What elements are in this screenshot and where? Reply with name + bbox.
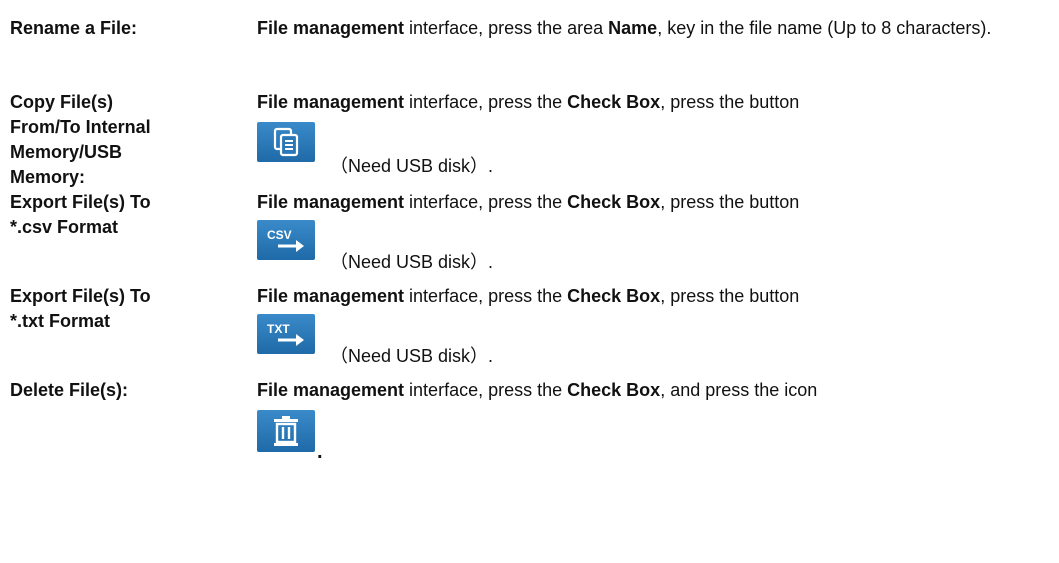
- term-copy: Copy File(s) From/To Internal Memory/USB…: [10, 92, 151, 187]
- desc-text: , and press the icon: [660, 380, 818, 400]
- csv-icon-label: CSV: [267, 228, 292, 242]
- desc-strong: Check Box: [567, 92, 661, 112]
- usb-note: （Need USB disk）.: [330, 346, 494, 366]
- desc-text: interface, press the: [404, 92, 568, 112]
- desc-text: , key in the file name (Up to 8 characte…: [657, 18, 992, 38]
- export-txt-icon: TXT: [267, 322, 304, 346]
- txt-icon-label: TXT: [267, 322, 290, 336]
- desc-text: , press the button: [660, 192, 800, 212]
- desc-strong: Check Box: [567, 380, 661, 400]
- desc-strong: File management: [257, 286, 405, 306]
- delete-button[interactable]: [257, 410, 315, 452]
- export-csv-button[interactable]: CSV: [257, 220, 315, 260]
- desc-delete: File management interface, press the Che…: [257, 378, 1057, 403]
- term-export-csv: Export File(s) To *.csv Format: [10, 192, 151, 237]
- trash-icon: [274, 416, 298, 446]
- desc-text: interface, press the area: [404, 18, 609, 38]
- desc-strong: File management: [257, 192, 405, 212]
- trailing-period: .: [317, 441, 323, 463]
- term-rename: Rename a File:: [10, 18, 138, 38]
- desc-text: interface, press the: [404, 192, 568, 212]
- desc-strong: File management: [257, 92, 405, 112]
- copy-file-icon: [273, 127, 299, 157]
- desc-export-txt: File management interface, press the Che…: [257, 284, 1057, 309]
- desc-text: , press the button: [660, 92, 800, 112]
- usb-note: （Need USB disk）.: [330, 156, 494, 176]
- term-delete: Delete File(s):: [10, 380, 129, 400]
- desc-strong: File management: [257, 18, 405, 38]
- desc-strong: Name: [608, 18, 658, 38]
- desc-strong: Check Box: [567, 286, 661, 306]
- copy-file-button[interactable]: [257, 122, 315, 162]
- desc-rename: File management interface, press the are…: [257, 16, 1057, 41]
- desc-strong: Check Box: [567, 192, 661, 212]
- term-export-txt: Export File(s) To *.txt Format: [10, 286, 151, 331]
- desc-text: interface, press the: [404, 380, 568, 400]
- export-csv-icon: CSV: [267, 228, 304, 252]
- desc-text: interface, press the: [404, 286, 568, 306]
- desc-export-csv: File management interface, press the Che…: [257, 190, 1057, 215]
- desc-strong: File management: [257, 380, 405, 400]
- export-txt-button[interactable]: TXT: [257, 314, 315, 354]
- desc-copy: File management interface, press the Che…: [257, 90, 1057, 115]
- usb-note: （Need USB disk）.: [330, 252, 494, 272]
- desc-text: , press the button: [660, 286, 800, 306]
